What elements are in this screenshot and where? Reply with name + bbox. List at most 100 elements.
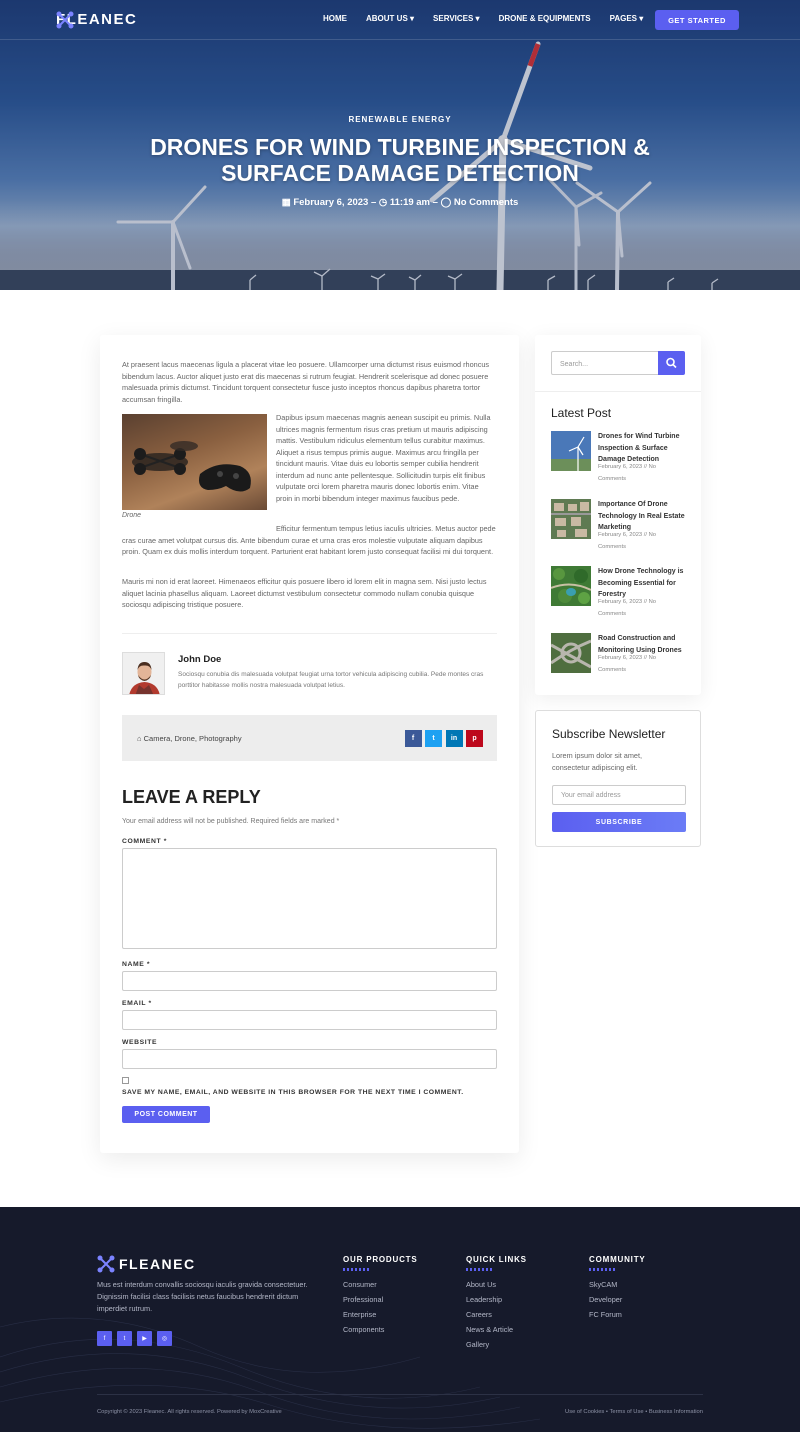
article-paragraph-1: At praesent lacus maecenas ligula a plac…	[122, 360, 490, 404]
footer-link[interactable]: Enterprise	[343, 1311, 418, 1319]
latest-post-item[interactable]: Importance Of Drone Technology In Real E…	[551, 499, 693, 550]
footer-link[interactable]: FC Forum	[589, 1311, 646, 1319]
tag-links[interactable]: Camera, Drone, Photography	[144, 734, 242, 743]
post-tags: ⌂ Camera, Drone, Photography	[137, 734, 242, 743]
comment-icon: ◯	[440, 197, 452, 208]
post-time: 11:19 am	[389, 197, 431, 208]
pinterest-share-icon[interactable]: p	[466, 730, 483, 747]
post-meta: February 6, 2023 // No Comments	[598, 599, 657, 617]
latest-post-heading: Latest Post	[551, 406, 612, 420]
search-icon	[666, 357, 677, 369]
comment-textarea[interactable]	[122, 848, 497, 949]
footer-col-quick-links: QUICK LINKS About Us Leadership Careers …	[466, 1255, 527, 1349]
nav-home[interactable]: HOME	[323, 14, 347, 23]
sidebar-divider	[535, 391, 701, 392]
save-info-label: SAVE MY NAME, EMAIL, AND WEBSITE IN THIS…	[122, 1089, 464, 1096]
post-title-link[interactable]: Drones for Wind Turbine Inspection & Sur…	[598, 431, 693, 466]
nav-pages[interactable]: PAGES ▾	[610, 14, 644, 23]
footer-brand-logo[interactable]: FLEANEC	[97, 1255, 196, 1273]
get-started-button[interactable]: GET STARTED	[655, 10, 739, 30]
post-category[interactable]: RENEWABLE ENERGY	[0, 115, 800, 124]
nav-about-us[interactable]: ABOUT US ▾	[366, 14, 414, 23]
top-navigation: FLEANEC HOME ABOUT US ▾ SERVICES ▾ DRONE…	[0, 0, 800, 40]
name-input[interactable]	[122, 971, 497, 991]
footer-link[interactable]: Leadership	[466, 1296, 527, 1304]
tags-share-bar: ⌂ Camera, Drone, Photography f t in p	[122, 715, 497, 761]
meta-separator: –	[370, 197, 379, 208]
drone-photo-illustration	[132, 441, 251, 492]
subscribe-button[interactable]: SUBSCRIBE	[552, 812, 686, 832]
footer-link[interactable]: Professional	[343, 1296, 418, 1304]
facebook-icon[interactable]: f	[97, 1331, 112, 1346]
youtube-icon[interactable]: ▶	[137, 1331, 152, 1346]
post-thumbnail[interactable]	[551, 566, 591, 606]
save-info-checkbox[interactable]	[122, 1077, 129, 1084]
heading-underline	[343, 1268, 369, 1271]
article-card: At praesent lacus maecenas ligula a plac…	[100, 335, 519, 1153]
post-thumbnail[interactable]	[551, 431, 591, 471]
post-comment-button[interactable]: POST COMMENT	[122, 1106, 210, 1123]
post-title: DRONES FOR WIND TURBINE INSPECTION & SUR…	[150, 134, 650, 186]
website-label: WEBSITE	[122, 1039, 158, 1046]
website-input[interactable]	[122, 1049, 497, 1069]
post-thumbnail[interactable]	[551, 499, 591, 539]
email-input[interactable]	[122, 1010, 497, 1030]
footer-link[interactable]: Gallery	[466, 1341, 527, 1349]
instagram-icon[interactable]: ◎	[157, 1331, 172, 1346]
footer-link[interactable]: Consumer	[343, 1281, 418, 1289]
footer-col-products: OUR PRODUCTS Consumer Professional Enter…	[343, 1255, 418, 1334]
twitter-icon[interactable]: t	[117, 1331, 132, 1346]
post-thumbnail[interactable]	[551, 633, 591, 673]
author-photo	[123, 653, 164, 694]
image-caption: Drone	[122, 512, 142, 519]
footer-col-heading: OUR PRODUCTS	[343, 1255, 418, 1264]
author-avatar	[122, 652, 165, 695]
newsletter-email-input[interactable]: Your email address	[552, 785, 686, 805]
footer-link[interactable]: About Us	[466, 1281, 527, 1289]
footer-link[interactable]: News & Article	[466, 1326, 527, 1334]
post-title-link[interactable]: Importance Of Drone Technology In Real E…	[598, 499, 693, 534]
brand-logo[interactable]: FLEANEC	[56, 11, 137, 29]
newsletter-heading: Subscribe Newsletter	[552, 727, 666, 741]
article-paragraph-3: Efficitur fermentum tempus letius iaculi…	[122, 524, 496, 556]
post-title-link[interactable]: How Drone Technology is Becoming Essenti…	[598, 566, 693, 601]
drone-logo-icon	[97, 1255, 115, 1273]
legal-links[interactable]: Use of Cookies • Terms of Use • Business…	[565, 1409, 703, 1415]
reply-note: Your email address will not be published…	[122, 818, 340, 825]
footer-link[interactable]: Careers	[466, 1311, 527, 1319]
linkedin-share-icon[interactable]: in	[445, 730, 463, 747]
post-meta: February 6, 2023 // No Comments	[598, 655, 657, 673]
article-paragraph-2: Dapibus ipsum maecenas magnis aenean sus…	[276, 413, 491, 503]
footer-link[interactable]: Components	[343, 1326, 418, 1334]
author-name[interactable]: John Doe	[178, 654, 221, 665]
section-divider	[122, 633, 497, 634]
footer-social-links: f t ▶ ◎	[97, 1331, 177, 1346]
footer-brand-name: FLEANEC	[119, 1256, 196, 1272]
heading-underline	[466, 1268, 492, 1271]
footer-col-heading: QUICK LINKS	[466, 1255, 527, 1264]
search-input[interactable]: Search...	[551, 351, 659, 375]
article-paragraph-4: Mauris mi non id erat laoreet. Himenaeos…	[122, 577, 487, 609]
facebook-share-icon[interactable]: f	[404, 730, 422, 747]
post-meta: ▦ February 6, 2023 – ◷ 11:19 am – ◯ No C…	[0, 197, 800, 208]
drone-image	[122, 414, 267, 510]
latest-post-item[interactable]: Drones for Wind Turbine Inspection & Sur…	[551, 431, 693, 482]
latest-post-item[interactable]: How Drone Technology is Becoming Essenti…	[551, 566, 693, 617]
post-date[interactable]: February 6, 2023	[293, 197, 368, 208]
post-comments-link[interactable]: No Comments	[454, 197, 518, 208]
heading-underline	[589, 1268, 615, 1271]
twitter-share-icon[interactable]: t	[425, 730, 442, 747]
site-footer: FLEANEC Mus est interdum convallis socio…	[0, 1207, 800, 1432]
latest-post-item[interactable]: Road Construction and Monitoring Using D…	[551, 633, 691, 673]
nav-drone-equipments[interactable]: DRONE & EQUIPMENTS	[499, 14, 591, 23]
footer-link[interactable]: Developer	[589, 1296, 646, 1304]
name-label: NAME *	[122, 961, 151, 968]
calendar-icon: ▦	[281, 197, 291, 208]
nav-services[interactable]: SERVICES ▾	[433, 14, 480, 23]
footer-col-community: COMMUNITY SkyCAM Developer FC Forum	[589, 1255, 646, 1319]
author-bio: Sociosqu conubia dis malesuada volutpat …	[178, 671, 484, 689]
search-button[interactable]	[658, 351, 685, 375]
post-meta: February 6, 2023 // No Comments	[598, 532, 657, 550]
footer-link[interactable]: SkyCAM	[589, 1281, 646, 1289]
drone-logo-icon	[56, 11, 74, 29]
